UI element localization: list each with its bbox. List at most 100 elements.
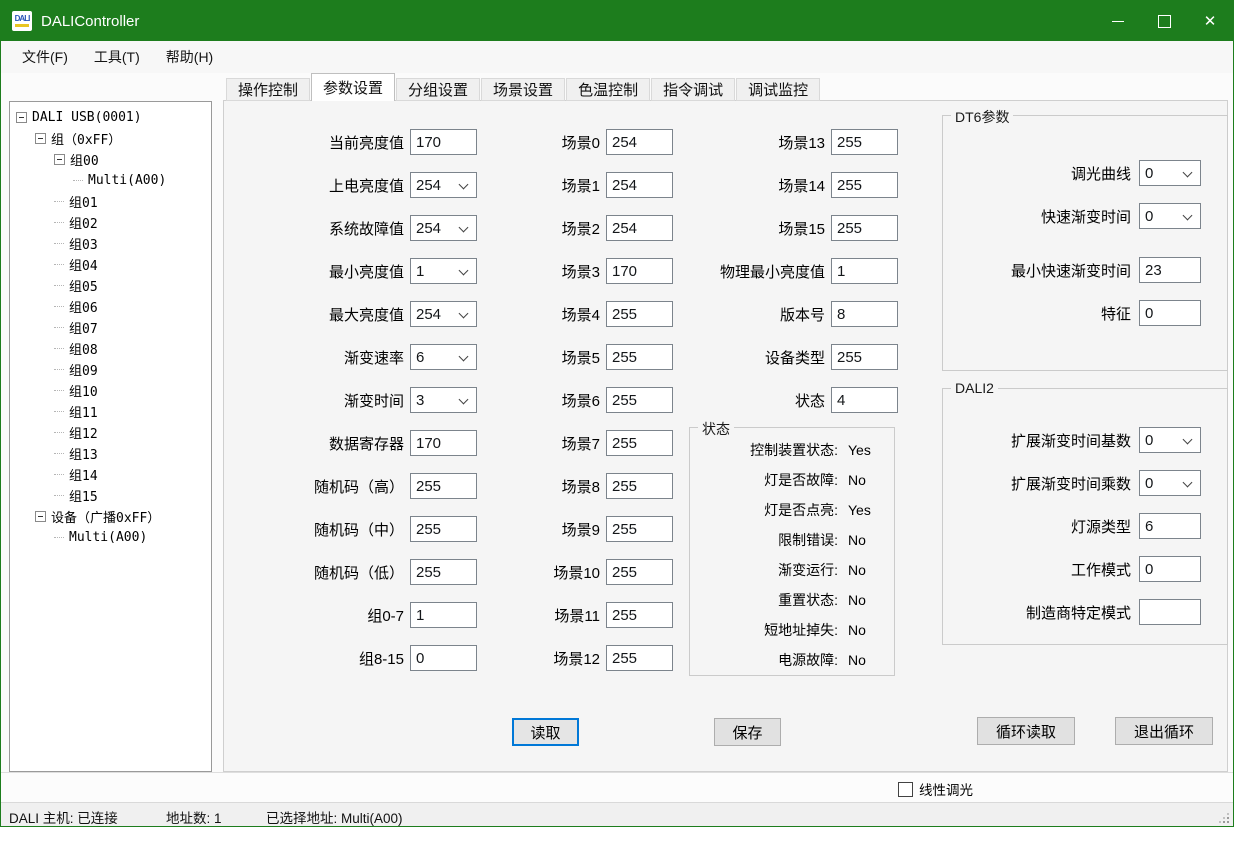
param-select-3[interactable]: 1 bbox=[410, 258, 477, 284]
tree-item[interactable]: 组（0xFF） bbox=[10, 128, 211, 149]
scene-input-12[interactable]: 255 bbox=[606, 645, 673, 671]
scene-input-6[interactable]: 255 bbox=[606, 387, 673, 413]
param-select-5[interactable]: 6 bbox=[410, 344, 477, 370]
resize-grip-icon[interactable] bbox=[1227, 821, 1229, 823]
field-row: 最小亮度值1 bbox=[252, 258, 477, 284]
dt6-input-2[interactable]: 23 bbox=[1139, 257, 1201, 283]
dt6-select-1[interactable]: 0 bbox=[1139, 203, 1201, 229]
menu-item-1[interactable]: 工具(T) bbox=[81, 47, 153, 67]
tree-item[interactable]: 组08 bbox=[10, 338, 211, 359]
field-value: 255 bbox=[607, 607, 637, 624]
menu-item-2[interactable]: 帮助(H) bbox=[153, 47, 226, 67]
dali2-select-1[interactable]: 0 bbox=[1139, 470, 1201, 496]
param-input-12[interactable]: 0 bbox=[410, 645, 477, 671]
tab-3[interactable]: 场景设置 bbox=[481, 78, 565, 101]
linear-dimming-checkbox[interactable]: 线性调光 bbox=[898, 779, 973, 799]
param3-input-5[interactable]: 255 bbox=[831, 344, 898, 370]
dali2-input-2[interactable]: 6 bbox=[1139, 513, 1201, 539]
dt6-groupbox: DT6参数 调光曲线0快速渐变时间0最小快速渐变时间23特征0 bbox=[942, 115, 1228, 371]
dali2-input-3[interactable]: 0 bbox=[1139, 556, 1201, 582]
tree-item[interactable]: 组07 bbox=[10, 317, 211, 338]
maximize-button[interactable] bbox=[1141, 1, 1187, 41]
field-row: 数据寄存器170 bbox=[252, 430, 477, 456]
param-input-11[interactable]: 1 bbox=[410, 602, 477, 628]
scene-input-1[interactable]: 254 bbox=[606, 172, 673, 198]
close-button[interactable]: ✕ bbox=[1187, 1, 1233, 41]
tree-item[interactable]: Multi(A00) bbox=[10, 527, 211, 548]
tree-item[interactable]: Multi(A00) bbox=[10, 170, 211, 191]
tree-item[interactable]: 组02 bbox=[10, 212, 211, 233]
scene-input-11[interactable]: 255 bbox=[606, 602, 673, 628]
scene-input-0[interactable]: 254 bbox=[606, 129, 673, 155]
tree-item[interactable]: 组15 bbox=[10, 485, 211, 506]
param-select-2[interactable]: 254 bbox=[410, 215, 477, 241]
tree-item[interactable]: 组00 bbox=[10, 149, 211, 170]
tree-item[interactable]: 组01 bbox=[10, 191, 211, 212]
read-button[interactable]: 读取 bbox=[512, 718, 579, 746]
status-row-label: 重置状态: bbox=[690, 590, 838, 610]
scene-input-7[interactable]: 255 bbox=[606, 430, 673, 456]
save-button[interactable]: 保存 bbox=[714, 718, 781, 746]
param-label-0: 当前亮度值 bbox=[252, 132, 404, 153]
menu-item-0[interactable]: 文件(F) bbox=[9, 47, 81, 67]
expand-toggle-icon[interactable] bbox=[35, 133, 46, 144]
field-row: 组8-150 bbox=[252, 645, 477, 671]
scene-input-10[interactable]: 255 bbox=[606, 559, 673, 585]
tree-item[interactable]: 组04 bbox=[10, 254, 211, 275]
tree-item[interactable]: 组12 bbox=[10, 422, 211, 443]
param-input-8[interactable]: 255 bbox=[410, 473, 477, 499]
tree-item-label: 组（0xFF） bbox=[51, 129, 121, 148]
param3-input-4[interactable]: 8 bbox=[831, 301, 898, 327]
tree-item[interactable]: 组05 bbox=[10, 275, 211, 296]
chevron-down-icon bbox=[459, 180, 469, 190]
param-select-4[interactable]: 254 bbox=[410, 301, 477, 327]
param3-input-2[interactable]: 255 bbox=[831, 215, 898, 241]
param3-input-6[interactable]: 4 bbox=[831, 387, 898, 413]
param-input-10[interactable]: 255 bbox=[410, 559, 477, 585]
tree-item[interactable]: DALI USB(0001) bbox=[10, 107, 211, 128]
param-select-6[interactable]: 3 bbox=[410, 387, 477, 413]
scene-input-5[interactable]: 255 bbox=[606, 344, 673, 370]
status-row-value: No bbox=[848, 532, 866, 548]
tree-item[interactable]: 设备（广播0xFF） bbox=[10, 506, 211, 527]
dt6-label-0: 调光曲线 bbox=[943, 163, 1131, 184]
dt6-select-0[interactable]: 0 bbox=[1139, 160, 1201, 186]
tab-4[interactable]: 色温控制 bbox=[566, 78, 650, 101]
tree-item[interactable]: 组06 bbox=[10, 296, 211, 317]
scene-input-8[interactable]: 255 bbox=[606, 473, 673, 499]
expand-toggle-icon[interactable] bbox=[35, 511, 46, 522]
tab-0[interactable]: 操作控制 bbox=[226, 78, 310, 101]
tree-item[interactable]: 组14 bbox=[10, 464, 211, 485]
scene-input-2[interactable]: 254 bbox=[606, 215, 673, 241]
tree-item[interactable]: 组11 bbox=[10, 401, 211, 422]
exit-loop-button[interactable]: 退出循环 bbox=[1115, 717, 1213, 745]
scene-input-3[interactable]: 170 bbox=[606, 258, 673, 284]
param3-input-1[interactable]: 255 bbox=[831, 172, 898, 198]
tab-2[interactable]: 分组设置 bbox=[396, 78, 480, 101]
param3-input-0[interactable]: 255 bbox=[831, 129, 898, 155]
tree-item[interactable]: 组09 bbox=[10, 359, 211, 380]
tab-page-parameters: 当前亮度值170上电亮度值254系统故障值254最小亮度值1最大亮度值254渐变… bbox=[223, 100, 1228, 772]
tree-item[interactable]: 组10 bbox=[10, 380, 211, 401]
expand-toggle-icon[interactable] bbox=[54, 154, 65, 165]
param3-input-3[interactable]: 1 bbox=[831, 258, 898, 284]
expand-toggle-icon[interactable] bbox=[16, 112, 27, 123]
tree-item[interactable]: 组03 bbox=[10, 233, 211, 254]
param-input-0[interactable]: 170 bbox=[410, 129, 477, 155]
tab-5[interactable]: 指令调试 bbox=[651, 78, 735, 101]
param-input-7[interactable]: 170 bbox=[410, 430, 477, 456]
param-input-9[interactable]: 255 bbox=[410, 516, 477, 542]
tab-6[interactable]: 调试监控 bbox=[736, 78, 820, 101]
tab-1[interactable]: 参数设置 bbox=[311, 73, 395, 101]
scene-input-4[interactable]: 255 bbox=[606, 301, 673, 327]
tree-item[interactable]: 组13 bbox=[10, 443, 211, 464]
loop-read-button[interactable]: 循环读取 bbox=[977, 717, 1075, 745]
dali2-select-0[interactable]: 0 bbox=[1139, 427, 1201, 453]
scene-input-9[interactable]: 255 bbox=[606, 516, 673, 542]
param-select-1[interactable]: 254 bbox=[410, 172, 477, 198]
status-groupbox: 状态 控制装置状态:Yes灯是否故障:No灯是否点亮:Yes限制错误:No渐变运… bbox=[689, 427, 895, 676]
minimize-button[interactable] bbox=[1095, 1, 1141, 41]
field-row: 场景2254 bbox=[520, 215, 673, 241]
dt6-input-3[interactable]: 0 bbox=[1139, 300, 1201, 326]
dali2-input-4[interactable] bbox=[1139, 599, 1201, 625]
